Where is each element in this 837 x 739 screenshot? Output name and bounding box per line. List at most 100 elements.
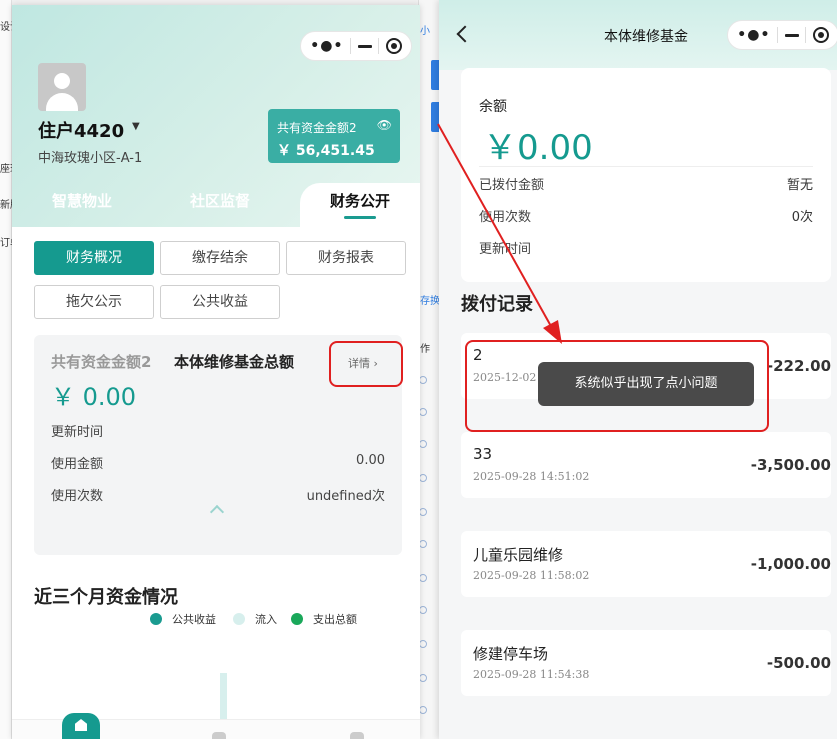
radio-icon[interactable] xyxy=(419,508,427,516)
legend-public-income: 公共收益 xyxy=(150,611,216,627)
summary-row-value: undefined次 xyxy=(306,489,385,504)
summary-row-label: 使用金额 xyxy=(51,457,104,472)
summary-row-label: 更新时间 xyxy=(51,425,104,440)
balance-row-label: 使用次数 xyxy=(479,210,532,225)
subtab-financial-report[interactable]: 财务报表 xyxy=(286,241,406,275)
disbursement-records-title: 拨付记录 xyxy=(461,294,533,315)
radio-icon[interactable] xyxy=(419,606,427,614)
finance-overview-app: •●• 住户4420 ▼ 中海玫瑰小区-A-1 共有资金金额2 👁 ￥ 56,4… xyxy=(12,5,420,739)
radio-icon[interactable] xyxy=(419,674,427,682)
balance-row-value: 暂无 xyxy=(786,178,813,193)
left-edge-item: 设计 xyxy=(0,22,12,33)
radio-icon[interactable] xyxy=(419,376,427,384)
balance-card: 余额 ￥0.00 已拨付金额 暂无 使用次数 0次 更新时间 xyxy=(461,68,831,282)
mid-edge-item: 存换 xyxy=(420,296,440,307)
mid-edge-item: 小 xyxy=(420,26,430,37)
profile-header: •●• 住户4420 ▼ 中海玫瑰小区-A-1 共有资金金额2 👁 ￥ 56,4… xyxy=(12,5,420,229)
record-name: 儿童乐园维修 xyxy=(473,546,564,564)
capsule-divider xyxy=(805,27,807,43)
capsule-divider xyxy=(349,38,351,54)
tab-smart-property[interactable]: 智慧物业 xyxy=(12,183,152,227)
record-amount: -3,500.00 xyxy=(750,456,831,474)
capsule-divider xyxy=(378,38,380,54)
tab-community-supervision[interactable]: 社区监督 xyxy=(152,183,288,227)
record-time: 2025-09-28 11:58:02 xyxy=(473,569,590,582)
caret-down-icon[interactable]: ▼ xyxy=(132,121,140,132)
resident-name[interactable]: 住户4420 xyxy=(38,117,124,143)
radio-icon[interactable] xyxy=(419,440,427,448)
subtab-arrears[interactable]: 拖欠公示 xyxy=(34,285,154,319)
shared-fund-label: 共有资金金额2 xyxy=(277,121,357,135)
legend-swatch xyxy=(291,613,303,625)
record-item[interactable]: 修建停车场 2025-09-28 11:54:38 -500.00 xyxy=(461,630,831,696)
legend-swatch xyxy=(233,613,245,625)
radio-icon[interactable] xyxy=(419,540,427,548)
three-month-trend-title: 近三个月资金情况 xyxy=(34,587,178,608)
finance-body: 财务概况 缴存结余 财务报表 拖欠公示 公共收益 共有资金金额2 本体维修基金总… xyxy=(12,227,420,739)
balance-row-value: 0次 xyxy=(791,210,813,225)
miniprogram-capsule: •●• xyxy=(300,31,412,61)
record-time: 2025-09-28 14:51:02 xyxy=(473,470,590,483)
close-target-icon[interactable] xyxy=(812,27,829,43)
subtab-deposit-balance[interactable]: 缴存结余 xyxy=(160,241,280,275)
subtab-finance-overview[interactable]: 财务概况 xyxy=(34,241,154,275)
balance-row-label: 已拨付金额 xyxy=(479,178,545,193)
home-icon[interactable] xyxy=(62,713,100,739)
legend-expense-total: 支出总额 xyxy=(291,611,357,627)
radio-icon[interactable] xyxy=(419,474,427,482)
annotation-box-detail xyxy=(329,341,403,387)
tab-finance-public[interactable]: 财务公开 xyxy=(300,183,420,227)
record-amount: -500.00 xyxy=(766,654,831,672)
maintenance-fund-detail-page: 本体维修基金 •●• 余额 ￥0.00 已拨付金额 暂无 使用次数 0次 更新时… xyxy=(439,0,837,739)
more-dots-icon[interactable]: •●• xyxy=(310,38,343,54)
legend-swatch xyxy=(150,613,162,625)
record-name: 33 xyxy=(473,445,493,463)
summary-amount: ￥ 0.00 xyxy=(51,383,137,411)
legend-inflow: 流入 xyxy=(233,611,277,627)
record-amount: -1,000.00 xyxy=(750,555,831,573)
tab-finance-public-label: 财务公开 xyxy=(329,192,390,210)
balance-row-label: 更新时间 xyxy=(479,242,532,257)
balance-label: 余额 xyxy=(479,99,507,115)
radio-icon[interactable] xyxy=(419,640,427,648)
shared-fund-value: ￥ 56,451.45 xyxy=(277,143,375,159)
nav-item-icon[interactable] xyxy=(350,732,364,739)
record-item[interactable]: 33 2025-09-28 14:51:02 -3,500.00 xyxy=(461,432,831,498)
left-edge-item: 订单 xyxy=(0,238,12,249)
active-tab-underline xyxy=(344,216,376,219)
error-toast: 系统似乎出现了点小问题 xyxy=(538,362,754,406)
mid-edge-item: 作 xyxy=(420,344,430,355)
summary-gray-label: 共有资金金额2 xyxy=(51,353,152,371)
main-tabs: 智慧物业 社区监督 财务公开 xyxy=(12,183,420,227)
miniprogram-capsule: •●• xyxy=(727,20,837,50)
chevron-up-icon[interactable] xyxy=(209,504,225,520)
record-time: 2025-09-28 11:54:38 xyxy=(473,668,590,681)
shared-fund-badge[interactable]: 共有资金金额2 👁 ￥ 56,451.45 xyxy=(268,109,400,163)
summary-row-value: 0.00 xyxy=(356,453,385,468)
radio-icon[interactable] xyxy=(419,574,427,582)
more-dots-icon[interactable]: •●• xyxy=(737,27,770,43)
record-amount: -222.00 xyxy=(766,357,831,375)
avatar-icon[interactable] xyxy=(38,63,86,111)
minimize-icon[interactable] xyxy=(784,33,799,37)
radio-icon[interactable] xyxy=(419,706,427,714)
minimize-icon[interactable] xyxy=(357,44,372,48)
middle-edge-strip: 小 存换 作 xyxy=(418,0,441,739)
nav-item-icon[interactable] xyxy=(212,732,226,739)
summary-row-label: 使用次数 xyxy=(51,489,104,504)
capsule-divider xyxy=(776,27,778,43)
balance-amount: ￥0.00 xyxy=(483,128,593,168)
left-edge-strip: 设计 座现 新版 订单 xyxy=(0,0,12,739)
subtab-public-income[interactable]: 公共收益 xyxy=(160,285,280,319)
summary-title: 本体维修基金总额 xyxy=(174,353,295,371)
radio-icon[interactable] xyxy=(419,408,427,416)
left-edge-item: 新版 xyxy=(0,200,12,211)
record-item[interactable]: 儿童乐园维修 2025-09-28 11:58:02 -1,000.00 xyxy=(461,531,831,597)
left-edge-item: 座现 xyxy=(0,164,12,175)
eye-icon[interactable]: 👁 xyxy=(377,118,392,132)
close-target-icon[interactable] xyxy=(385,38,402,54)
detail-header: 本体维修基金 •●• xyxy=(439,0,837,70)
record-name: 修建停车场 xyxy=(473,645,549,663)
resident-address: 中海玫瑰小区-A-1 xyxy=(38,151,143,166)
balance-divider xyxy=(479,166,813,167)
